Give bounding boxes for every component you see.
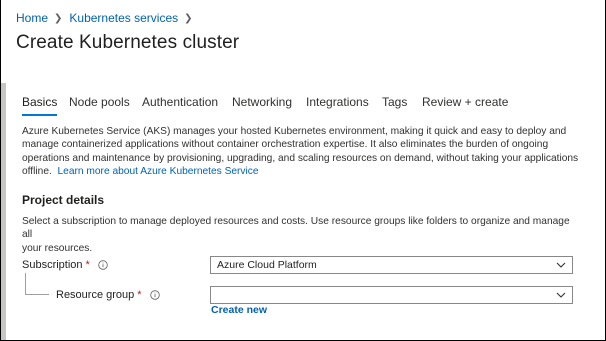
tab-basics[interactable]: Basics — [22, 95, 58, 116]
left-edge-bar — [1, 83, 6, 340]
tree-connector — [25, 294, 49, 295]
subscription-dropdown[interactable]: Azure Cloud Platform — [210, 256, 573, 274]
project-text-line: Select a subscription to manage deployed… — [22, 216, 570, 241]
aks-description: Azure Kubernetes Service (AKS) manages y… — [22, 125, 582, 179]
page-title: Create Kubernetes cluster — [16, 32, 240, 53]
tab-integrations[interactable]: Integrations — [306, 95, 369, 109]
required-asterisk: * — [137, 289, 142, 301]
subscription-label-row: Subscription * — [22, 259, 108, 271]
tab-node-pools[interactable]: Node pools — [69, 95, 130, 109]
description-line: offline. Learn more about Azure Kubernet… — [22, 165, 582, 178]
required-asterisk: * — [85, 259, 90, 271]
tab-tags[interactable]: Tags — [382, 95, 407, 109]
create-new-link[interactable]: Create new — [211, 304, 267, 316]
tab-networking[interactable]: Networking — [232, 95, 292, 109]
info-icon[interactable] — [98, 260, 108, 270]
subscription-label: Subscription — [22, 259, 83, 271]
info-icon[interactable] — [149, 290, 160, 300]
chevron-right-icon: ❯ — [54, 12, 63, 24]
project-details-text: Select a subscription to manage deployed… — [22, 215, 582, 255]
project-details-heading: Project details — [22, 193, 105, 207]
chevron-down-icon — [556, 292, 566, 298]
description-line: manage containerized applications withou… — [22, 139, 549, 151]
resource-group-label: Resource group — [56, 289, 135, 301]
resource-group-dropdown[interactable] — [210, 286, 573, 304]
chevron-right-icon: ❯ — [184, 12, 193, 24]
portal-blade: Home ❯ Kubernetes services ❯ Create Kube… — [0, 0, 606, 341]
description-text: offline. — [22, 166, 52, 178]
description-line: operations and maintenance by provisioni… — [22, 152, 579, 164]
tab-review-create[interactable]: Review + create — [422, 95, 508, 109]
learn-more-link[interactable]: Learn more about Azure Kubernetes Servic… — [58, 166, 259, 177]
resource-group-label-row: Resource group * — [56, 289, 160, 301]
tree-connector — [25, 273, 26, 294]
project-text-line: your resources. — [22, 242, 93, 254]
subscription-value: Azure Cloud Platform — [217, 259, 317, 271]
description-line: Azure Kubernetes Service (AKS) manages y… — [22, 126, 567, 137]
tab-authentication[interactable]: Authentication — [142, 95, 218, 109]
breadcrumb: Home ❯ Kubernetes services ❯ — [16, 11, 200, 25]
chevron-down-icon — [556, 262, 566, 268]
breadcrumb-kubernetes-services[interactable]: Kubernetes services — [69, 11, 178, 25]
breadcrumb-home[interactable]: Home — [16, 11, 48, 25]
